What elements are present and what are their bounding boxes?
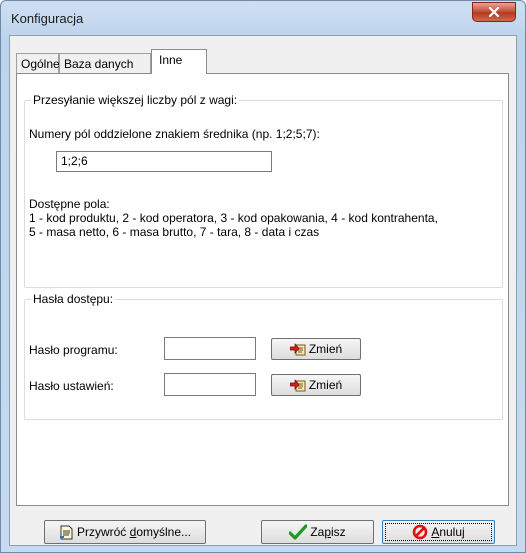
program-password-input[interactable] xyxy=(164,337,256,360)
document-restore-icon xyxy=(59,525,73,539)
save-button[interactable]: Zapisz xyxy=(261,520,374,544)
fields-prompt: Numery pól oddzielone znakiem średnika (… xyxy=(29,127,320,141)
tab-database[interactable]: Baza danych xyxy=(59,53,151,73)
window-title: Konfiguracja xyxy=(11,11,84,26)
settings-password-input[interactable] xyxy=(164,373,256,396)
restore-defaults-label: Przywróć domyślne... xyxy=(76,525,192,539)
cancel-button[interactable]: Anuluj xyxy=(382,520,495,544)
fields-group-legend: Przesyłanie większej liczby pól z wagi: xyxy=(31,93,240,107)
change-program-password-label: Zmień xyxy=(308,342,343,356)
change-key-icon xyxy=(289,379,306,392)
available-fields-line-2: 5 - masa netto, 6 - masa brutto, 7 - tar… xyxy=(29,225,320,239)
change-settings-password-button[interactable]: Zmień xyxy=(271,374,361,396)
settings-password-label: Hasło ustawień: xyxy=(29,379,114,393)
change-key-icon xyxy=(289,343,306,356)
cancel-label: Anuluj xyxy=(431,525,465,539)
config-window: Konfiguracja Ogólne Baza danych Inne Prz… xyxy=(0,0,526,553)
restore-defaults-button[interactable]: Przywróć domyślne... xyxy=(44,520,206,544)
program-password-label: Hasło programu: xyxy=(29,343,118,357)
close-button[interactable] xyxy=(472,2,516,22)
change-program-password-button[interactable]: Zmień xyxy=(271,338,361,360)
available-fields-title: Dostępne pola: xyxy=(29,197,110,211)
change-settings-password-label: Zmień xyxy=(308,378,343,392)
green-check-icon xyxy=(289,524,308,540)
passwords-group-legend: Hasła dostępu: xyxy=(31,292,116,306)
available-fields-line-1: 1 - kod produktu, 2 - kod operatora, 3 -… xyxy=(29,211,438,225)
tab-panel-other: Przesyłanie większej liczby pól z wagi: … xyxy=(16,73,509,506)
save-label: Zapisz xyxy=(310,525,346,539)
red-cancel-icon xyxy=(413,524,428,540)
fields-group: Przesyłanie większej liczby pól z wagi: … xyxy=(24,93,503,288)
tab-other[interactable]: Inne xyxy=(151,49,207,74)
passwords-group: Hasła dostępu: Hasło programu: Zmień Has… xyxy=(24,292,503,420)
dialog-client-area: Ogólne Baza danych Inne Przesyłanie więk… xyxy=(9,35,517,546)
title-bar: Konfiguracja xyxy=(1,1,525,35)
tab-general[interactable]: Ogólne xyxy=(16,53,60,73)
fields-input[interactable]: 1;2;6 xyxy=(56,151,272,172)
close-icon xyxy=(488,7,500,17)
